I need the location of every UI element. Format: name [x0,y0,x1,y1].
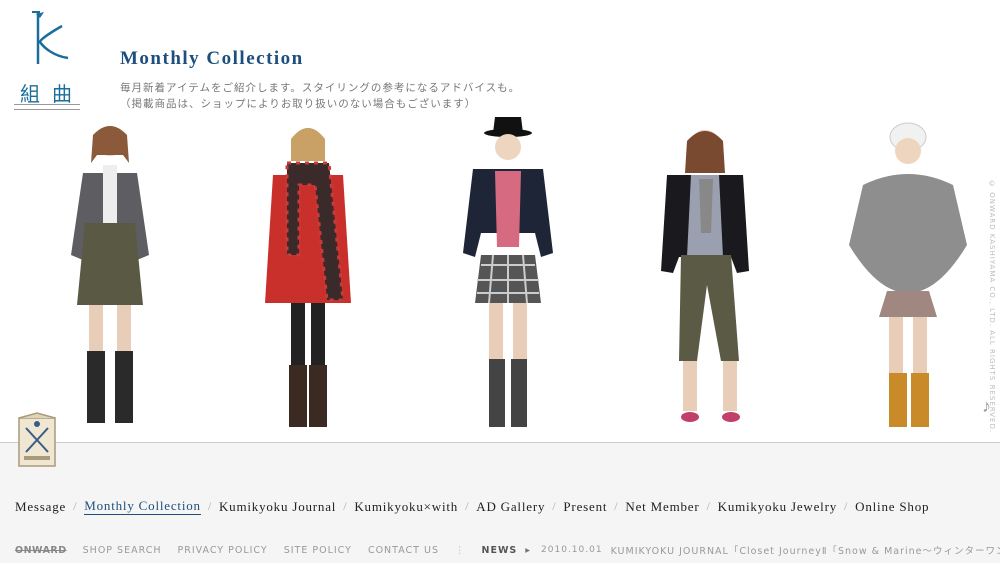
nav-separator: / [706,499,711,513]
shop-search-link[interactable]: SHOP SEARCH [83,545,162,556]
nav-present[interactable]: Present [563,499,607,515]
nav-online-shop[interactable]: Online Shop [855,499,929,515]
nav-separator: / [614,499,619,513]
nav-separator: / [465,499,470,513]
nav-kumikyoku-with[interactable]: Kumikyoku×with [354,499,458,515]
page-title: Monthly Collection [120,48,304,69]
page-description: 毎月新着アイテムをご紹介します。スタイリングの参考になるアドバイスも。 （掲載商… [120,80,520,112]
music-note-icon[interactable]: ♪ [982,396,991,417]
subnav-divider: ⋮ [455,544,466,556]
nav-separator: / [844,499,849,513]
model-gallery [0,115,1000,435]
description-line-1: 毎月新着アイテムをご紹介します。スタイリングの参考になるアドバイスも。 [120,82,521,94]
nav-monthly-collection[interactable]: Monthly Collection [84,498,201,515]
nav-separator: / [343,499,348,513]
nav-net-member[interactable]: Net Member [625,499,699,515]
kumikyoku-kanji-logo: 組 曲 [14,78,80,112]
nav-separator: / [207,499,212,513]
logo-kanji-kumi: 組 [20,82,40,106]
contact-us-link[interactable]: CONTACT US [368,545,439,556]
model-photo-3[interactable] [443,115,573,435]
description-line-2: （掲載商品は、ショップによりお取り扱いのない場合もございます） [120,98,477,110]
model-photo-4[interactable] [643,115,773,435]
news-label: NEWS [481,544,518,556]
logo-tagline [14,104,80,110]
sub-nav: ONWARD SHOP SEARCH PRIVACY POLICY SITE P… [15,543,1000,558]
nav-separator: / [552,499,557,513]
model-photo-2[interactable] [243,115,373,435]
news-date: 2010.10.01 [541,545,603,555]
nav-kumikyoku-journal[interactable]: Kumikyoku Journal [219,499,336,515]
news-arrow-icon: ▸ [525,544,532,556]
nav-kumikyoku-jewelry[interactable]: Kumikyoku Jewelry [718,499,837,515]
nav-ad-gallery[interactable]: AD Gallery [476,499,545,515]
kumikyoku-k-logo[interactable] [26,8,76,68]
closet-icon[interactable] [16,412,58,468]
privacy-policy-link[interactable]: PRIVACY POLICY [177,545,267,556]
model-photo-1[interactable] [45,115,175,435]
model-photo-5[interactable] [843,115,973,435]
onward-logo[interactable]: ONWARD [15,545,67,556]
site-policy-link[interactable]: SITE POLICY [284,545,352,556]
nav-message[interactable]: Message [15,499,66,515]
logo-kanji-kyoku: 曲 [52,82,72,106]
nav-separator: / [73,499,78,513]
news-headline-link[interactable]: KUMIKYOKU JOURNAL「Closet JourneyⅡ「Snow &… [611,543,1000,557]
main-nav: Message / Monthly Collection / Kumikyoku… [15,498,929,515]
